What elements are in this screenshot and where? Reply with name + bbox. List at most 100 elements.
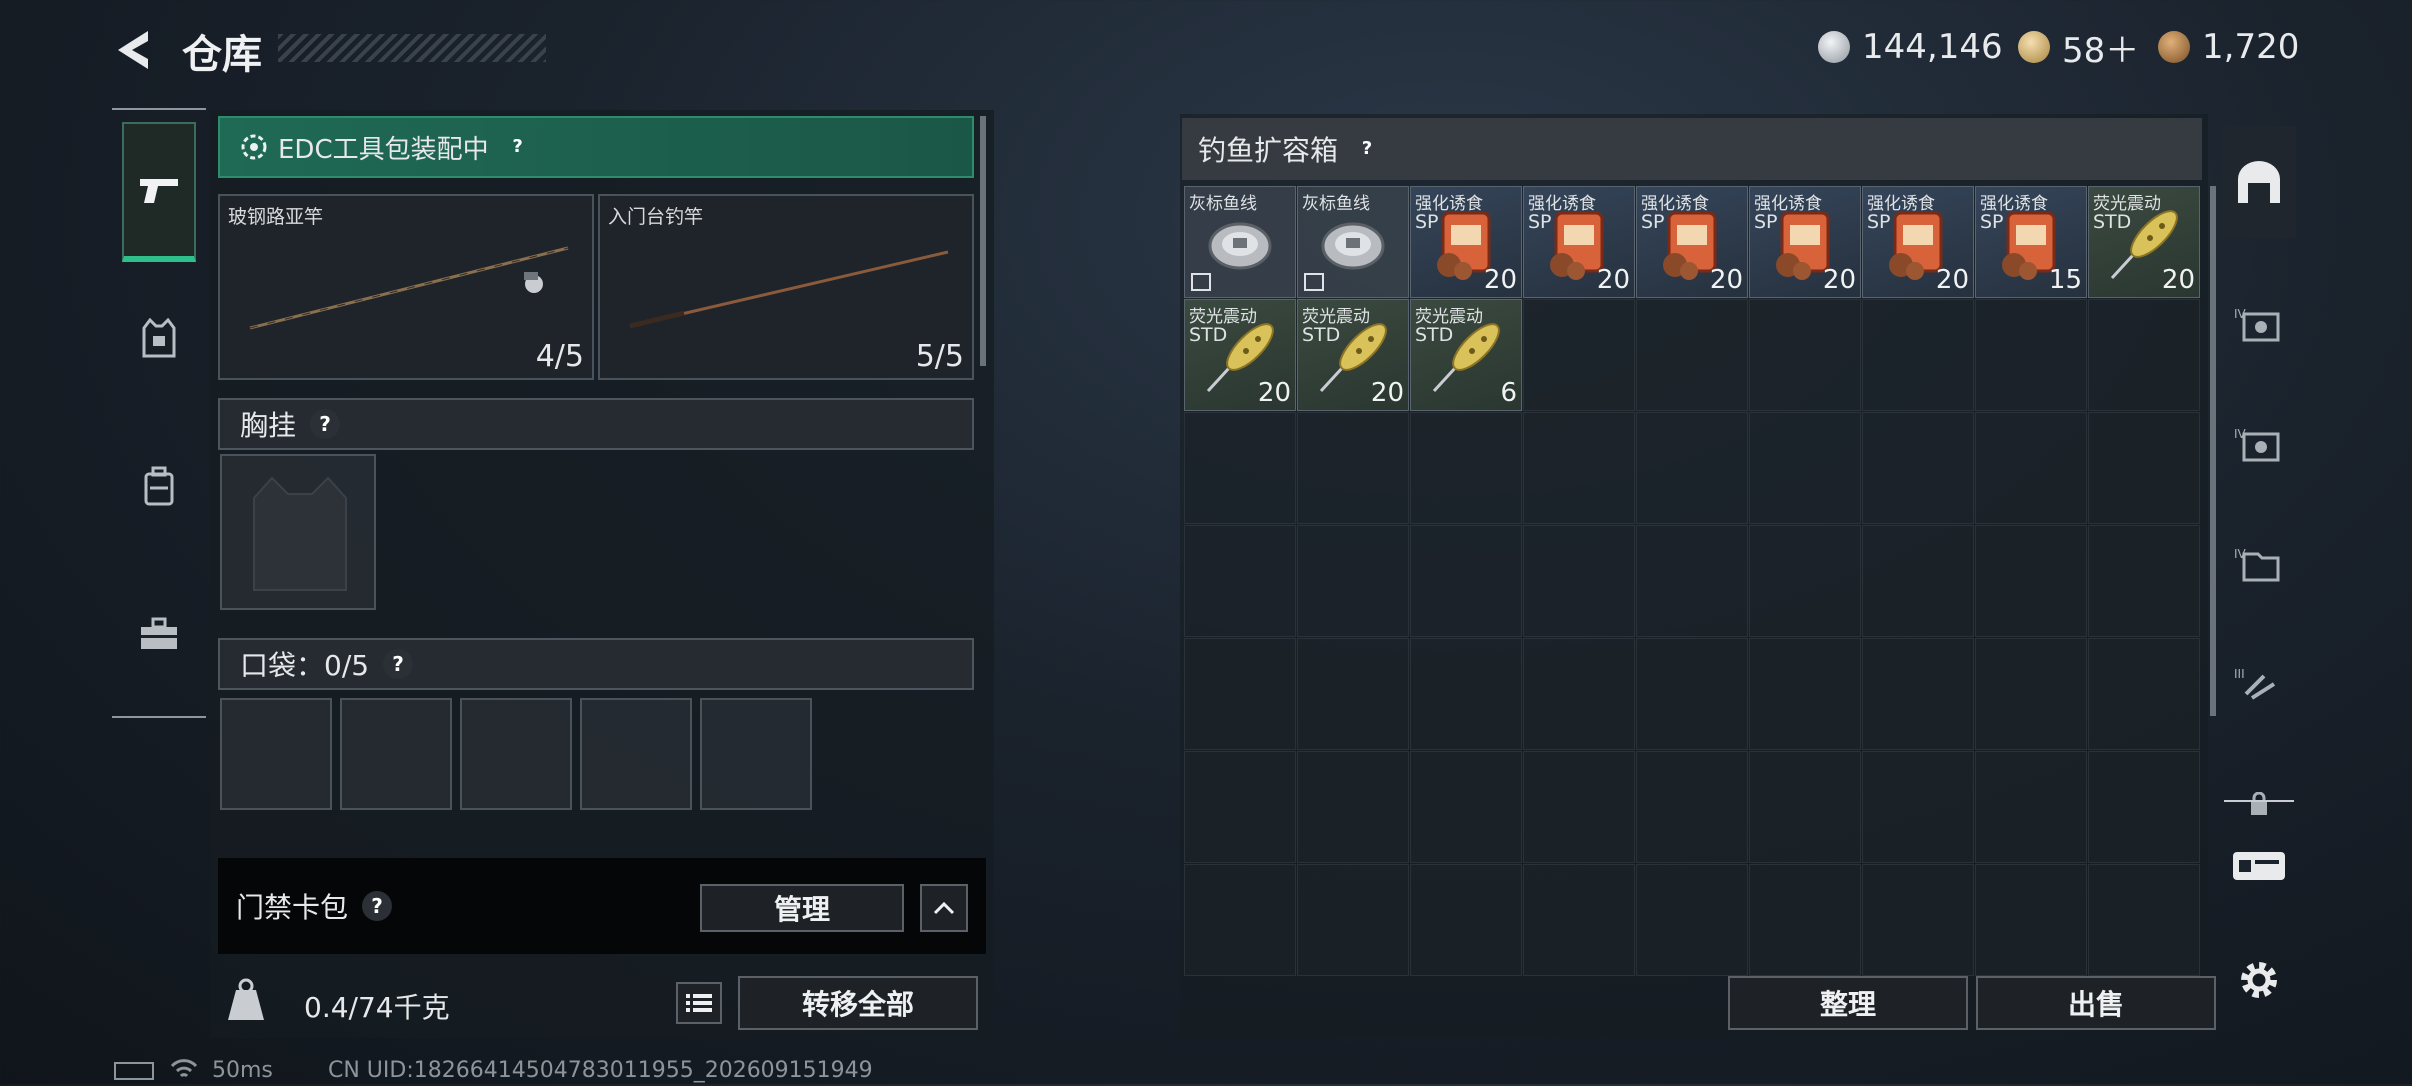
empty-grid-cell[interactable] <box>1862 412 1974 524</box>
empty-grid-cell[interactable] <box>1523 751 1635 863</box>
empty-grid-cell[interactable] <box>2088 412 2200 524</box>
pocket-slot-1[interactable] <box>220 698 332 810</box>
empty-grid-cell[interactable] <box>1636 751 1748 863</box>
empty-grid-cell[interactable] <box>1636 299 1748 411</box>
tab-vest[interactable] <box>122 268 196 408</box>
empty-grid-cell[interactable] <box>1184 864 1296 976</box>
empty-grid-cell[interactable] <box>2088 751 2200 863</box>
empty-grid-cell[interactable] <box>2088 525 2200 637</box>
empty-grid-cell[interactable] <box>1410 525 1522 637</box>
chest-rig-slot[interactable] <box>220 454 376 610</box>
sell-button[interactable]: 出售 <box>1976 976 2216 1030</box>
collapse-button[interactable] <box>920 884 968 932</box>
tab-toolbox[interactable] <box>122 564 196 704</box>
storage-tabs: IV IV IV III <box>2222 118 2296 1038</box>
pocket-slot-4[interactable] <box>580 698 692 810</box>
inventory-item[interactable]: 强化诱食 SP 20 <box>1862 186 1974 298</box>
empty-grid-cell[interactable] <box>2088 638 2200 750</box>
empty-grid-cell[interactable] <box>1523 638 1635 750</box>
tab-storage-1[interactable]: IV <box>2222 268 2296 380</box>
empty-grid-cell[interactable] <box>1975 412 2087 524</box>
grid-scrollbar[interactable] <box>2210 186 2216 716</box>
empty-grid-cell[interactable] <box>1184 751 1296 863</box>
tab-storage-4[interactable]: III <box>2222 628 2296 740</box>
tab-weapons[interactable] <box>122 122 196 262</box>
container-header: 钓鱼扩容箱 ? <box>1182 118 2202 180</box>
help-icon[interactable]: ? <box>362 891 393 921</box>
empty-grid-cell[interactable] <box>1184 525 1296 637</box>
inventory-item[interactable]: 荧光震动 STD 6 <box>1410 299 1522 411</box>
tab-keys[interactable] <box>2222 810 2296 922</box>
empty-grid-cell[interactable] <box>1523 864 1635 976</box>
transfer-all-button[interactable]: 转移全部 <box>738 976 978 1030</box>
empty-grid-cell[interactable] <box>1862 864 1974 976</box>
tab-backpack[interactable] <box>122 416 196 556</box>
inventory-item[interactable]: 荧光震动 STD 20 <box>1184 299 1296 411</box>
empty-grid-cell[interactable] <box>1636 638 1748 750</box>
empty-grid-cell[interactable] <box>1749 412 1861 524</box>
item-count: 6 <box>1500 378 1517 408</box>
empty-grid-cell[interactable] <box>1523 525 1635 637</box>
empty-grid-cell[interactable] <box>1184 412 1296 524</box>
empty-grid-cell[interactable] <box>1523 412 1635 524</box>
empty-grid-cell[interactable] <box>1749 638 1861 750</box>
empty-grid-cell[interactable] <box>1410 864 1522 976</box>
weapon-slot-2[interactable]: 入门台钓竿 5/5 <box>598 194 974 380</box>
empty-grid-cell[interactable] <box>1862 299 1974 411</box>
help-icon[interactable]: ? <box>310 409 341 439</box>
inventory-item[interactable]: 荧光震动 STD 20 <box>1297 299 1409 411</box>
empty-grid-cell[interactable] <box>2088 299 2200 411</box>
tab-storage-home[interactable] <box>2222 126 2296 238</box>
inventory-item[interactable]: 强化诱食 SP 15 <box>1975 186 2087 298</box>
empty-grid-cell[interactable] <box>1975 638 2087 750</box>
help-icon[interactable]: ? <box>1352 134 1382 164</box>
empty-grid-cell[interactable] <box>1636 864 1748 976</box>
title-decoration <box>278 34 546 62</box>
settings-button[interactable] <box>2222 924 2296 1036</box>
empty-grid-cell[interactable] <box>2088 864 2200 976</box>
empty-grid-cell[interactable] <box>1410 638 1522 750</box>
empty-grid-cell[interactable] <box>1975 751 2087 863</box>
empty-grid-cell[interactable] <box>1410 751 1522 863</box>
empty-grid-cell[interactable] <box>1297 864 1409 976</box>
tab-storage-3[interactable]: IV <box>2222 508 2296 620</box>
empty-grid-cell[interactable] <box>1975 525 2087 637</box>
help-icon[interactable]: ? <box>503 132 533 162</box>
back-icon[interactable] <box>110 25 160 75</box>
manage-button[interactable]: 管理 <box>700 884 904 932</box>
empty-grid-cell[interactable] <box>1523 299 1635 411</box>
empty-grid-cell[interactable] <box>1184 638 1296 750</box>
empty-grid-cell[interactable] <box>1975 864 2087 976</box>
empty-grid-cell[interactable] <box>1297 525 1409 637</box>
inventory-item[interactable]: 荧光震动 STD 20 <box>2088 186 2200 298</box>
empty-grid-cell[interactable] <box>1297 638 1409 750</box>
weapon-slot-1[interactable]: 玻钢路亚竿 4/5 <box>218 194 594 380</box>
empty-grid-cell[interactable] <box>1636 412 1748 524</box>
pocket-slot-5[interactable] <box>700 698 812 810</box>
empty-grid-cell[interactable] <box>1749 864 1861 976</box>
empty-grid-cell[interactable] <box>1749 525 1861 637</box>
empty-grid-cell[interactable] <box>1749 299 1861 411</box>
empty-grid-cell[interactable] <box>1975 299 2087 411</box>
empty-grid-cell[interactable] <box>1862 638 1974 750</box>
inventory-item[interactable]: 强化诱食 SP 20 <box>1523 186 1635 298</box>
empty-grid-cell[interactable] <box>1636 525 1748 637</box>
empty-grid-cell[interactable] <box>1410 412 1522 524</box>
empty-grid-cell[interactable] <box>1297 751 1409 863</box>
list-view-button[interactable] <box>676 982 722 1024</box>
pocket-slot-2[interactable] <box>340 698 452 810</box>
left-scrollbar[interactable] <box>980 116 986 366</box>
tab-storage-2[interactable]: IV <box>2222 388 2296 500</box>
inventory-item[interactable]: 强化诱食 SP 20 <box>1410 186 1522 298</box>
inventory-item[interactable]: 强化诱食 SP 20 <box>1749 186 1861 298</box>
inventory-item[interactable]: 灰标鱼线 <box>1297 186 1409 298</box>
empty-grid-cell[interactable] <box>1862 751 1974 863</box>
pocket-slot-3[interactable] <box>460 698 572 810</box>
help-icon[interactable]: ? <box>383 649 414 679</box>
inventory-item[interactable]: 灰标鱼线 <box>1184 186 1296 298</box>
sort-button[interactable]: 整理 <box>1728 976 1968 1030</box>
empty-grid-cell[interactable] <box>1862 525 1974 637</box>
empty-grid-cell[interactable] <box>1297 412 1409 524</box>
empty-grid-cell[interactable] <box>1749 751 1861 863</box>
inventory-item[interactable]: 强化诱食 SP 20 <box>1636 186 1748 298</box>
